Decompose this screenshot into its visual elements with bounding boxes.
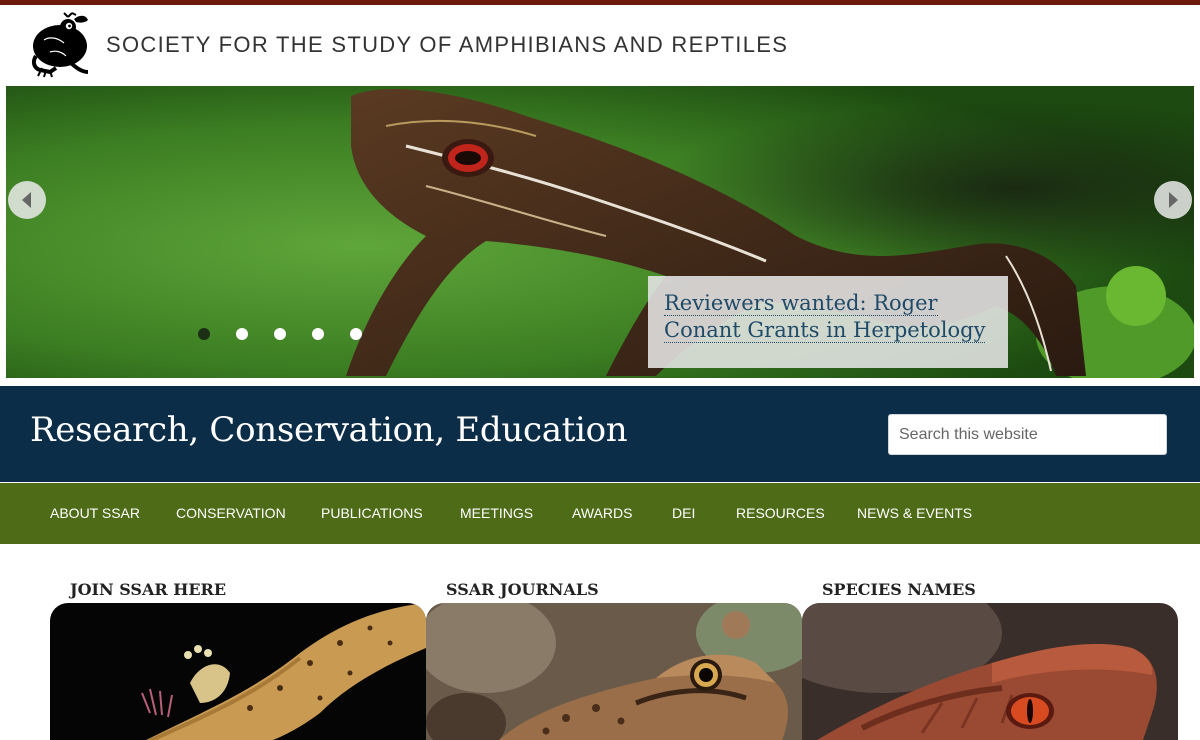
nav-item-resources[interactable]: RESOURCES — [736, 505, 825, 521]
slider-dot-2[interactable] — [236, 328, 248, 340]
hero-slider: Reviewers wanted: Roger Conant Grants in… — [6, 86, 1194, 378]
slider-prev-button[interactable] — [8, 181, 46, 219]
slider-dot-4[interactable] — [312, 328, 324, 340]
tagline-band: Research, Conservation, Education — [0, 386, 1200, 482]
search-input[interactable] — [888, 414, 1167, 455]
feature-title[interactable]: JOIN SSAR HERE — [70, 580, 226, 599]
snake-photo[interactable] — [802, 603, 1178, 740]
nav-item-news-events[interactable]: NEWS & EVENTS — [857, 505, 972, 521]
nav-item-publications[interactable]: PUBLICATIONS — [321, 505, 423, 521]
feature-species-names: SPECIES NAMES — [802, 576, 1178, 740]
frog-logo-icon[interactable] — [30, 10, 94, 78]
feature-join-ssar: JOIN SSAR HERE — [50, 576, 426, 740]
chevron-left-icon — [22, 192, 31, 208]
main-nav: ABOUT SSAR CONSERVATION PUBLICATIONS MEE… — [0, 483, 1200, 544]
feature-ssar-journals: SSAR JOURNALS — [426, 576, 802, 740]
slider-dot-5[interactable] — [350, 328, 362, 340]
nav-item-conservation[interactable]: CONSERVATION — [176, 505, 286, 521]
slide-caption-link[interactable]: Reviewers wanted: Roger Conant Grants in… — [664, 291, 986, 343]
slide-caption: Reviewers wanted: Roger Conant Grants in… — [648, 276, 1008, 368]
nav-item-about-ssar[interactable]: ABOUT SSAR — [50, 505, 140, 521]
salamander-photo[interactable] — [50, 603, 426, 740]
site-title[interactable]: SOCIETY FOR THE STUDY OF AMPHIBIANS AND … — [106, 32, 788, 58]
slider-next-button[interactable] — [1154, 181, 1192, 219]
nav-item-dei[interactable]: DEI — [672, 505, 695, 521]
chevron-right-icon — [1169, 192, 1178, 208]
slider-pagination — [198, 328, 368, 342]
site-header: SOCIETY FOR THE STUDY OF AMPHIBIANS AND … — [0, 5, 1200, 85]
slider-dot-3[interactable] — [274, 328, 286, 340]
feature-title[interactable]: SSAR JOURNALS — [446, 580, 599, 599]
tagline: Research, Conservation, Education — [30, 410, 628, 450]
slide-image — [6, 86, 1194, 378]
nav-item-meetings[interactable]: MEETINGS — [460, 505, 533, 521]
nav-item-awards[interactable]: AWARDS — [572, 505, 632, 521]
feature-title[interactable]: SPECIES NAMES — [822, 580, 976, 599]
slider-dot-1[interactable] — [198, 328, 210, 340]
frog-photo[interactable] — [426, 603, 802, 740]
